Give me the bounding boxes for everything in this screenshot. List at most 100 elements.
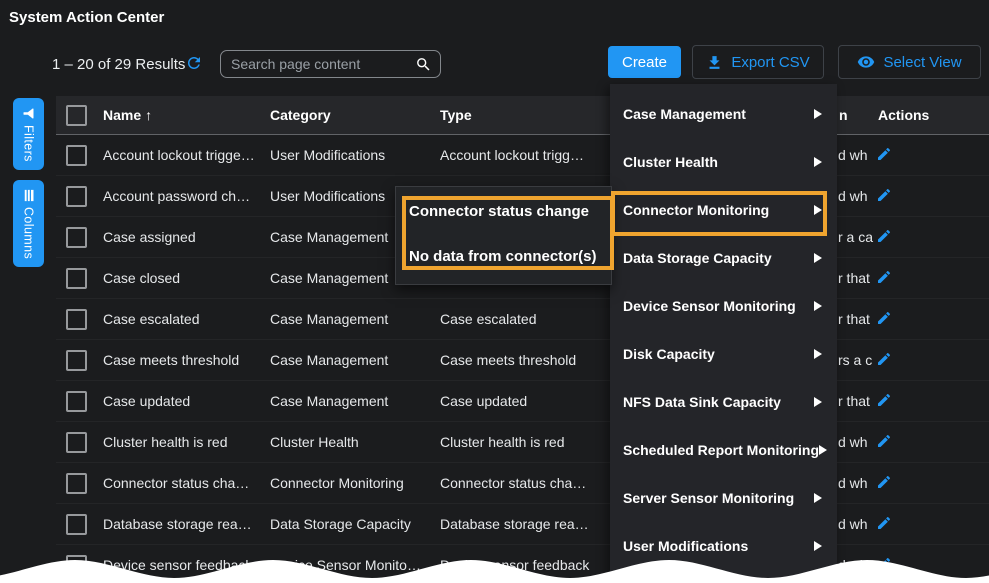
edit-button[interactable] — [876, 474, 892, 490]
cell-description-fragment: r a ca — [838, 229, 873, 245]
sort-ascending-icon: ↑ — [145, 107, 152, 123]
menu-item-label: NFS Data Sink Capacity — [623, 394, 814, 410]
edit-button[interactable] — [876, 515, 892, 531]
row-checkbox[interactable] — [66, 350, 87, 371]
filters-label: Filters — [22, 125, 36, 162]
export-csv-label: Export CSV — [731, 54, 809, 71]
cell-name: Case escalated — [103, 311, 200, 327]
cell-description-fragment: rs a c — [838, 352, 872, 368]
create-button[interactable]: Create — [608, 46, 681, 78]
export-csv-button[interactable]: Export CSV — [692, 45, 824, 79]
cell-description-fragment: d wh — [838, 147, 868, 163]
connector-monitoring-submenu: Connector status change No data from con… — [395, 186, 612, 285]
edit-button[interactable] — [876, 228, 892, 244]
cell-category: Device Sensor Monito… — [270, 557, 421, 573]
submenu-arrow-icon — [814, 109, 822, 119]
search-box[interactable] — [220, 50, 441, 78]
submenu-item[interactable]: Connector status change — [396, 189, 611, 234]
create-menu-item[interactable]: NFS Data Sink Capacity — [610, 378, 837, 426]
table-row: Case updated Case Management Case update… — [56, 381, 989, 422]
table-row: Cluster health is red Cluster Health Clu… — [56, 422, 989, 463]
cell-name: Case updated — [103, 393, 190, 409]
pencil-icon — [876, 146, 892, 162]
cell-description-fragment: d wh — [838, 516, 868, 532]
column-header-category[interactable]: Category — [270, 107, 331, 123]
row-checkbox[interactable] — [66, 391, 87, 412]
row-checkbox[interactable] — [66, 514, 87, 535]
cell-name: Case closed — [103, 270, 180, 286]
select-view-button[interactable]: Select View — [838, 45, 981, 79]
cell-type: Case meets threshold — [440, 352, 576, 368]
submenu-arrow-icon — [814, 397, 822, 407]
menu-item-label: Case Management — [623, 106, 814, 122]
menu-item-label: Connector Monitoring — [623, 202, 814, 218]
pencil-icon — [876, 474, 892, 490]
cell-name: Account lockout trigge… — [103, 147, 255, 163]
create-menu-item[interactable]: Cluster Health — [610, 138, 837, 186]
cell-category: User Modifications — [270, 147, 385, 163]
edit-button[interactable] — [876, 351, 892, 367]
edit-button[interactable] — [876, 392, 892, 408]
submenu-arrow-icon — [814, 349, 822, 359]
row-checkbox[interactable] — [66, 473, 87, 494]
refresh-button[interactable] — [185, 54, 203, 75]
edit-button[interactable] — [876, 269, 892, 285]
search-icon — [415, 56, 432, 73]
cell-category: Case Management — [270, 229, 388, 245]
select-all-checkbox[interactable] — [66, 105, 87, 126]
create-menu-item[interactable]: Case Management — [610, 90, 837, 138]
refresh-icon — [185, 54, 203, 72]
create-menu-item[interactable]: User Modifications — [610, 522, 837, 570]
create-menu-item[interactable]: Data Storage Capacity — [610, 234, 837, 282]
edit-button[interactable] — [876, 433, 892, 449]
cell-name: Connector status cha… — [103, 475, 249, 491]
column-header-type[interactable]: Type — [440, 107, 472, 123]
columns-icon — [21, 188, 36, 203]
edit-button[interactable] — [876, 146, 892, 162]
edit-button[interactable] — [876, 556, 892, 572]
filter-icon — [21, 106, 36, 121]
submenu-arrow-icon — [814, 205, 822, 215]
cell-type: Connector status cha… — [440, 475, 586, 491]
cell-description-fragment: r that — [838, 393, 870, 409]
cell-type: Case updated — [440, 393, 527, 409]
cell-type: Database storage rea… — [440, 516, 589, 532]
row-checkbox[interactable] — [66, 145, 87, 166]
table-row: Connector status cha… Connector Monitori… — [56, 463, 989, 504]
column-header-name[interactable]: Name↑ — [103, 107, 152, 123]
row-checkbox[interactable] — [66, 227, 87, 248]
cell-name: Account password ch… — [103, 188, 250, 204]
cell-type: Case escalated — [440, 311, 537, 327]
row-checkbox[interactable] — [66, 186, 87, 207]
edit-button[interactable] — [876, 187, 892, 203]
table-row: Device sensor feedback Device Sensor Mon… — [56, 545, 989, 583]
create-menu-item[interactable]: Scheduled Report Monitoring — [610, 426, 837, 474]
columns-button[interactable]: Columns — [13, 180, 44, 267]
row-checkbox[interactable] — [66, 309, 87, 330]
submenu-arrow-icon — [814, 493, 822, 503]
edit-button[interactable] — [876, 310, 892, 326]
create-menu-item[interactable]: Disk Capacity — [610, 330, 837, 378]
menu-item-label: Cluster Health — [623, 154, 814, 170]
table-row: Case escalated Case Management Case esca… — [56, 299, 989, 340]
row-checkbox[interactable] — [66, 268, 87, 289]
results-count: 1 – 20 of 29 Results — [52, 56, 185, 73]
submenu-item[interactable]: No data from connector(s) — [396, 234, 611, 279]
submenu-arrow-icon — [814, 253, 822, 263]
row-checkbox[interactable] — [66, 555, 87, 576]
pencil-icon — [876, 556, 892, 572]
cell-type: Account lockout trigg… — [440, 147, 584, 163]
cell-category: Case Management — [270, 352, 388, 368]
create-menu-item[interactable]: Connector Monitoring — [610, 186, 837, 234]
eye-icon — [857, 53, 875, 71]
pencil-icon — [876, 269, 892, 285]
menu-item-label: Scheduled Report Monitoring — [623, 442, 819, 458]
cell-description-fragment: r that — [838, 270, 870, 286]
create-menu-item[interactable]: Device Sensor Monitoring — [610, 282, 837, 330]
menu-item-label: Data Storage Capacity — [623, 250, 814, 266]
create-menu-item[interactable]: Server Sensor Monitoring — [610, 474, 837, 522]
filters-button[interactable]: Filters — [13, 98, 44, 170]
menu-item-label: User Modifications — [623, 538, 814, 554]
search-input[interactable] — [221, 56, 415, 72]
row-checkbox[interactable] — [66, 432, 87, 453]
